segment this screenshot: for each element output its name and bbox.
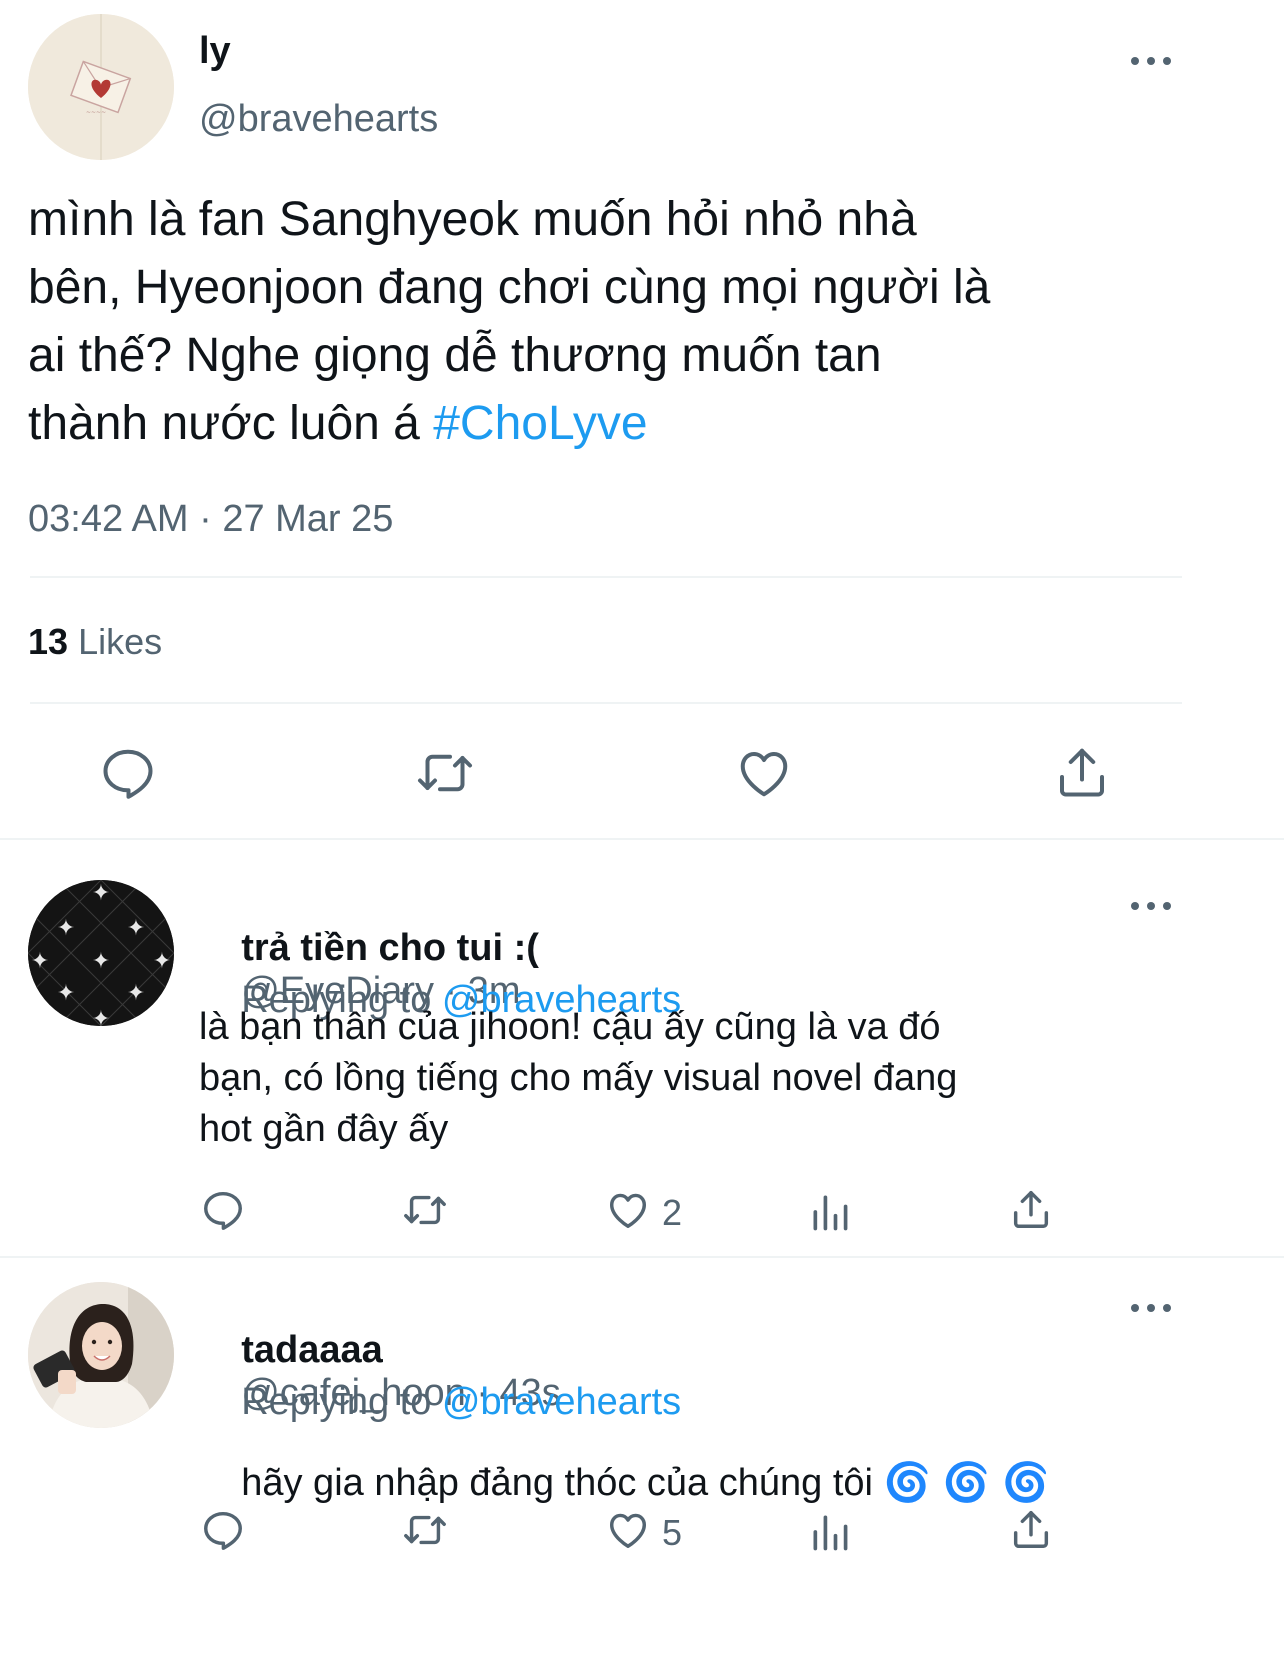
hashtag-link[interactable]: #ChoLyve <box>433 397 647 450</box>
author-handle[interactable]: @bravehearts <box>199 98 438 141</box>
retweet-icon[interactable] <box>400 1507 450 1553</box>
retweet-icon[interactable] <box>400 1187 450 1233</box>
reply-icon[interactable] <box>200 1507 246 1553</box>
reply-text-line: là bạn thân của jihoon! cậu ấy cũng là v… <box>199 1006 941 1048</box>
svg-text:~~~~: ~~~~ <box>86 109 106 116</box>
share-icon[interactable] <box>1008 1185 1054 1233</box>
tweet-text: mình là fan Sanghyeok muốn hỏi nhỏ nhà b… <box>28 186 1268 458</box>
starry-pattern-image: ✦ ✦ ✦ ✦ ✦ ✦ ✦ ✦ ✦ <box>28 880 174 1026</box>
likes-stat[interactable]: 13 Likes <box>28 621 162 663</box>
reply-text-line: hot gần đây ấy <box>199 1108 449 1150</box>
like-icon[interactable] <box>604 1187 652 1233</box>
tweet-text-line: bên, Hyeonjoon đang chơi cùng mọi người … <box>28 261 991 314</box>
analytics-icon[interactable] <box>808 1190 852 1234</box>
analytics-icon[interactable] <box>808 1510 852 1554</box>
reply-icon[interactable] <box>98 743 158 803</box>
svg-text:✦: ✦ <box>127 981 145 1006</box>
more-icon[interactable] <box>1131 55 1171 67</box>
share-icon[interactable] <box>1052 741 1112 803</box>
portrait-image <box>28 1282 174 1428</box>
svg-text:✦: ✦ <box>153 949 171 974</box>
likes-label: Likes <box>78 621 163 662</box>
svg-text:✦: ✦ <box>57 981 75 1006</box>
svg-text:✦: ✦ <box>92 881 110 906</box>
tweet-text-line-text: thành nước luôn á <box>28 397 434 450</box>
svg-text:✦: ✦ <box>92 949 110 974</box>
like-count: 2 <box>662 1192 683 1233</box>
retweet-icon[interactable] <box>413 743 477 803</box>
reply-text-line: bạn, có lồng tiếng cho mấy visual novel … <box>199 1057 958 1099</box>
reply-text-line: hãy gia nhập đảng thóc của chúng tôi <box>241 1462 884 1504</box>
tweet-timestamp[interactable]: 03:42 AM · 27 Mar 25 <box>28 498 393 541</box>
divider <box>30 576 1182 578</box>
more-icon[interactable] <box>1131 1302 1171 1314</box>
tweet-text-line: thành nước luôn á #ChoLyve <box>28 390 1268 458</box>
tweet-text-line: mình là fan Sanghyeok muốn hỏi nhỏ nhà <box>28 193 917 246</box>
reply-text: là bạn thân của jihoon! cậu ấy cũng là v… <box>199 1002 957 1155</box>
section-divider <box>0 838 1284 840</box>
tweet-text-line: ai thế? Nghe giọng dễ thương muốn tan <box>28 329 882 382</box>
cyclone-emoji: 🌀 🌀 🌀 <box>883 1460 1050 1504</box>
like-count: 5 <box>662 1512 683 1553</box>
section-divider <box>0 1256 1284 1258</box>
svg-text:✦: ✦ <box>92 1007 110 1026</box>
svg-text:✦: ✦ <box>57 916 75 941</box>
like-icon[interactable] <box>733 743 795 803</box>
likes-count: 13 <box>28 621 69 662</box>
author-name[interactable]: ly <box>199 30 231 73</box>
author-avatar[interactable]: ~~~~ <box>28 14 174 160</box>
svg-text:✦: ✦ <box>127 916 145 941</box>
divider <box>30 702 1182 704</box>
svg-text:✦: ✦ <box>31 949 49 974</box>
like-icon[interactable] <box>604 1507 652 1553</box>
reply-avatar[interactable] <box>28 1282 174 1428</box>
reply-avatar[interactable]: ✦ ✦ ✦ ✦ ✦ ✦ ✦ ✦ ✦ <box>28 880 174 1026</box>
share-icon[interactable] <box>1008 1505 1054 1553</box>
letter-heart-image: ~~~~ <box>28 14 174 160</box>
more-icon[interactable] <box>1131 900 1171 912</box>
reply-icon[interactable] <box>200 1187 246 1233</box>
